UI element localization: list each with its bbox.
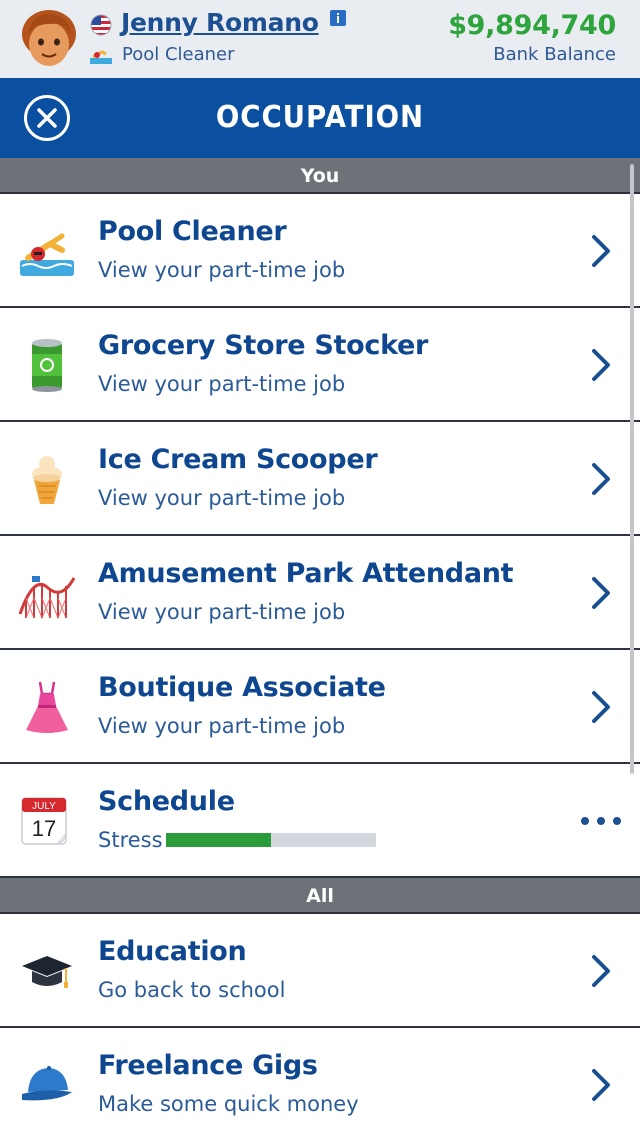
can-icon	[32, 339, 62, 392]
bank-balance-label: Bank Balance	[493, 44, 616, 65]
list-item-grocery-store-stocker[interactable]: Grocery Store Stocker View your part-tim…	[0, 308, 640, 422]
ice-cream-icon	[32, 456, 62, 504]
row-subtitle: View your part-time job	[98, 372, 346, 396]
close-button[interactable]	[24, 95, 70, 141]
section-header-all: All	[0, 878, 640, 914]
row-subtitle: Go back to school	[98, 978, 286, 1002]
list-item-freelance-gigs[interactable]: Freelance Gigs Make some quick money	[0, 1028, 640, 1138]
chevron-right-icon	[592, 577, 610, 609]
chevron-right-icon	[592, 235, 610, 267]
row-title: Amusement Park Attendant	[98, 558, 514, 589]
chevron-right-icon	[592, 955, 610, 987]
row-title: Pool Cleaner	[98, 216, 287, 247]
row-title: Schedule	[98, 786, 235, 817]
roller-coaster-icon	[18, 576, 76, 620]
stress-bar	[166, 833, 376, 847]
chevron-right-icon	[592, 691, 610, 723]
dress-icon	[26, 681, 68, 733]
more-options-icon[interactable]	[580, 816, 622, 826]
section-header-you: You	[0, 158, 640, 194]
cap-icon	[22, 1066, 72, 1101]
page-title: OCCUPATION	[215, 100, 425, 135]
list-item-pool-cleaner[interactable]: Pool Cleaner View your part-time job	[0, 194, 640, 308]
player-name[interactable]: Jenny Romano	[121, 8, 319, 37]
row-subtitle: View your part-time job	[98, 258, 346, 282]
row-title: Education	[98, 936, 247, 967]
stress-bar-fill	[166, 833, 271, 847]
calendar-day: 17	[32, 816, 56, 841]
occupation-screen: Jenny Romano Pool Cleaner $9,894,740 Ban…	[0, 0, 640, 1138]
list-item-schedule[interactable]: JULY 17 Schedule Stress	[0, 764, 640, 878]
calendar-month: JULY	[32, 801, 56, 812]
player-header: Jenny Romano Pool Cleaner $9,894,740 Ban…	[0, 0, 640, 78]
list-item-amusement-park-attendant[interactable]: Amusement Park Attendant View your part-…	[0, 536, 640, 650]
bank-balance: $9,894,740	[448, 10, 616, 41]
row-title: Boutique Associate	[98, 672, 386, 703]
stress-label: Stress	[98, 828, 163, 852]
title-bar: OCCUPATION	[0, 78, 640, 158]
close-icon	[37, 108, 57, 128]
row-subtitle: View your part-time job	[98, 714, 346, 738]
avatar[interactable]	[20, 8, 78, 72]
scrollbar-thumb[interactable]	[630, 164, 634, 774]
chevron-right-icon	[592, 349, 610, 381]
swimmer-icon	[20, 233, 74, 276]
row-subtitle: View your part-time job	[98, 600, 346, 624]
row-title: Freelance Gigs	[98, 1050, 318, 1081]
chevron-right-icon	[592, 463, 610, 495]
player-job: Pool Cleaner	[122, 44, 235, 65]
list-item-education[interactable]: Education Go back to school	[0, 914, 640, 1028]
list-item-ice-cream-scooper[interactable]: Ice Cream Scooper View your part-time jo…	[0, 422, 640, 536]
graduation-cap-icon	[22, 956, 72, 988]
info-icon[interactable]	[330, 10, 346, 26]
chevron-right-icon	[592, 1069, 610, 1101]
row-title: Ice Cream Scooper	[98, 444, 378, 475]
row-subtitle: Make some quick money	[98, 1092, 359, 1116]
row-subtitle: View your part-time job	[98, 486, 346, 510]
list-item-boutique-associate[interactable]: Boutique Associate View your part-time j…	[0, 650, 640, 764]
us-flag-icon	[90, 14, 112, 36]
row-title: Grocery Store Stocker	[98, 330, 429, 361]
swimmer-icon	[90, 50, 112, 64]
calendar-icon: JULY 17	[21, 797, 67, 845]
